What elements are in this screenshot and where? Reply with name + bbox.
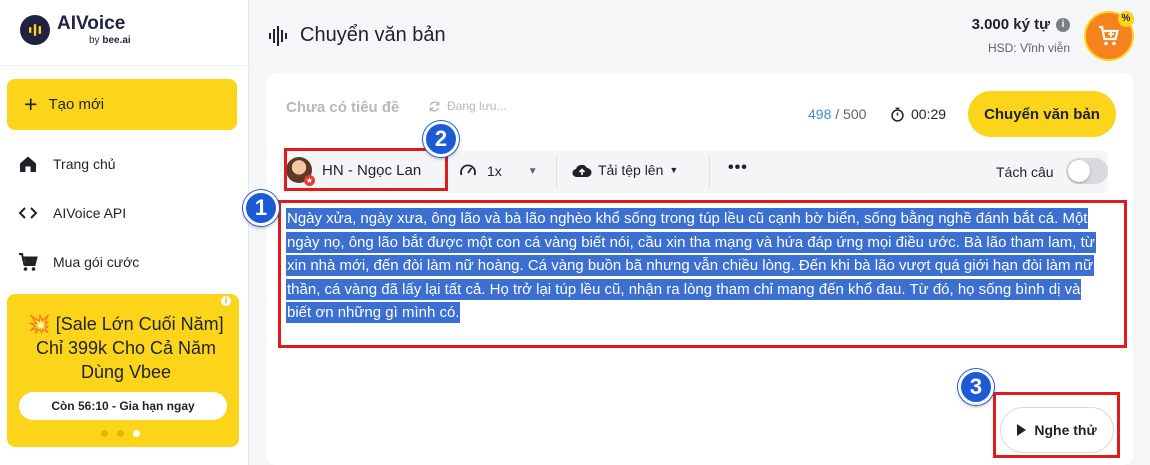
annotation-box-listen [993,392,1120,458]
toolbar-divider [556,155,557,189]
shopping-cart-icon [1099,25,1119,46]
char-used: 498 [808,106,832,122]
credits-value: 3.000 ký tự [971,16,1050,33]
waveform-icon [269,25,287,46]
logo-subtitle: by bee.ai [89,35,131,46]
upload-label: Tải tệp lên [598,162,664,178]
more-options-icon[interactable]: ••• [728,159,748,177]
sync-icon [429,101,440,111]
stopwatch-icon [891,107,904,122]
char-separator: / [831,106,844,122]
duration-display: 00:29 [890,106,946,122]
caret-down-icon: ▼ [669,165,679,175]
character-counter: 498 / 500 [808,106,866,122]
sidebar-item-label: Mua gói cước [53,254,140,270]
info-icon[interactable]: i [221,296,231,306]
info-icon[interactable]: i [1056,17,1070,32]
duration-text: 00:29 [911,106,947,122]
cart-icon [16,250,40,274]
logo-mark-icon [20,15,50,45]
new-button-label: Tạo mới [48,96,105,113]
code-icon [16,201,40,225]
promo-renew-button[interactable]: Còn 56:10 - Gia hạn ngay [19,392,227,420]
annotation-badge-2: 2 [423,121,459,157]
char-limit: 500 [843,106,867,122]
plus-icon: + [24,91,38,117]
promo-banner[interactable]: i 💥 [Sale Lớn Cuối Năm] Chỉ 399k Cho Cả … [7,294,239,447]
sidebar-divider [0,65,249,66]
toolbar-divider [709,155,710,189]
sidebar-item-label: Trang chủ [53,156,116,172]
cloud-upload-icon [572,164,592,178]
new-button[interactable]: + Tạo mới [7,79,237,130]
page-title: Chuyển văn bản [268,24,446,47]
saving-text: Đang lưu... [447,99,507,113]
annotation-badge-1: 1 [243,190,279,226]
sidebar: AIVoice by bee.ai + Tạo mới Trang chủ AI… [0,0,249,465]
home-icon [16,152,40,176]
annotation-badge-3: 3 [958,369,994,405]
sidebar-item-home[interactable]: Trang chủ [16,152,116,176]
sidebar-item-api[interactable]: AIVoice API [16,201,126,225]
convert-button[interactable]: Chuyển văn bản [968,91,1116,137]
saving-status: Đang lưu... [428,99,506,113]
annotation-box-voice [284,148,448,191]
carousel-dot[interactable] [117,430,124,437]
logo[interactable]: AIVoice by bee.ai [20,14,131,46]
credits-panel: 3.000 ký tự i HSD: Vĩnh viễn [972,16,1070,55]
speedometer-icon [460,164,476,176]
upload-button[interactable]: Tải tệp lên ▼ [572,162,678,178]
document-title[interactable]: Chưa có tiêu đề [286,99,399,116]
sidebar-item-buy[interactable]: Mua gói cước [16,250,139,274]
split-sentence-toggle[interactable] [1066,158,1108,184]
carousel-dots [101,430,149,437]
carousel-dot-active[interactable] [133,430,140,437]
expiry-text: HSD: Vĩnh viễn [987,41,1070,55]
annotation-box-text [278,200,1127,348]
speed-selector[interactable]: 1x ▼ [459,162,538,180]
sidebar-item-label: AIVoice API [53,205,127,221]
speed-label: 1x [487,163,502,179]
chevron-down-icon: ▼ [527,165,538,177]
toggle-knob [1068,160,1090,182]
percent-badge-icon: % [1118,11,1134,27]
cart-button[interactable]: % [1084,11,1134,61]
page-title-text: Chuyển văn bản [300,24,446,46]
promo-text: 💥 [Sale Lớn Cuối Năm] Chỉ 399k Cho Cả Nă… [28,314,224,382]
carousel-dot[interactable] [101,430,108,437]
logo-title: AIVoice [57,13,126,34]
split-sentence-label: Tách câu [996,164,1054,180]
